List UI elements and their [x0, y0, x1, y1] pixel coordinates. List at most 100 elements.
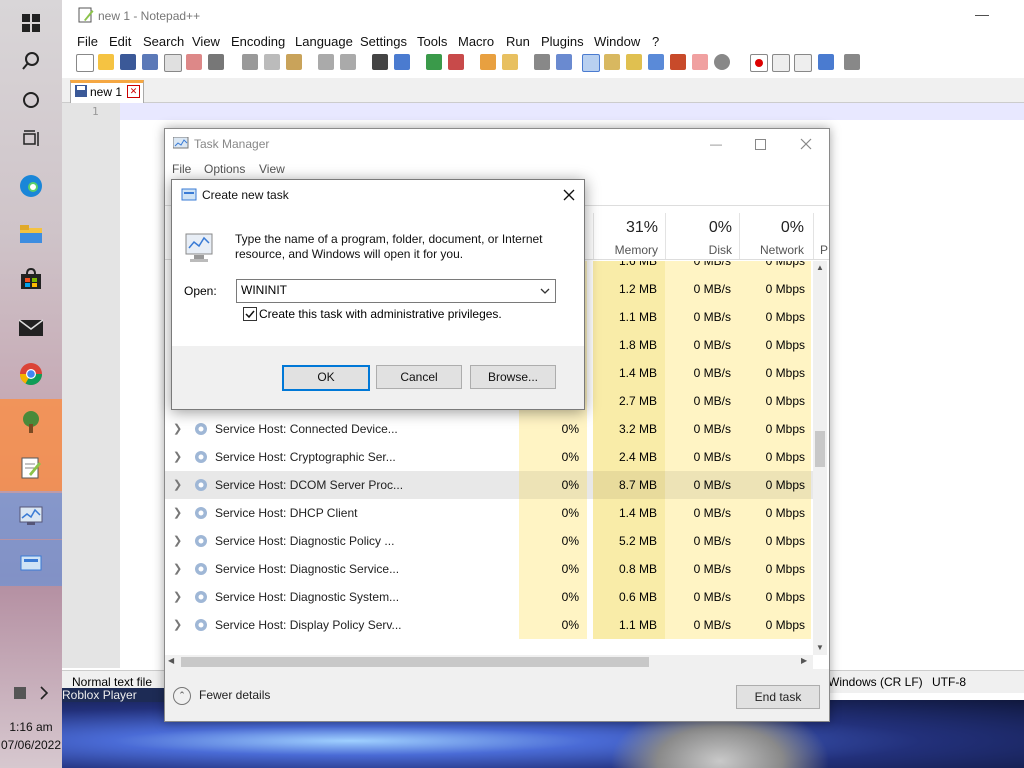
- close-button[interactable]: [783, 129, 829, 159]
- menu-edit[interactable]: Edit: [109, 34, 131, 49]
- zoom-in-icon[interactable]: [426, 54, 442, 70]
- admin-privileges-label[interactable]: Create this task with administrative pri…: [259, 307, 502, 321]
- redo-icon[interactable]: [340, 54, 356, 70]
- file-explorer-icon[interactable]: [0, 211, 62, 257]
- header-network[interactable]: 0% Network: [739, 213, 812, 259]
- expand-chevron-icon[interactable]: ❯: [173, 583, 182, 611]
- indent-guide-icon[interactable]: [582, 54, 600, 72]
- find-icon[interactable]: [372, 54, 388, 70]
- task-manager-titlebar[interactable]: Task Manager —: [165, 129, 829, 159]
- tm-menu-view[interactable]: View: [259, 162, 285, 176]
- minimize-button[interactable]: —: [967, 6, 997, 26]
- save-icon[interactable]: [120, 54, 136, 70]
- notepadpp-titlebar[interactable]: new 1 - Notepad++ —: [62, 0, 1024, 32]
- run-macro-multiple-icon[interactable]: [818, 54, 834, 70]
- table-row[interactable]: ❯ Service Host: Diagnostic Service... 0% 0.…: [165, 555, 815, 583]
- tm-menu-options[interactable]: Options: [204, 162, 245, 176]
- tray-clock[interactable]: 1:16 am 07/06/2022: [0, 718, 62, 754]
- menu-file[interactable]: File: [77, 34, 98, 49]
- scroll-left-arrow-icon[interactable]: ◀: [168, 656, 174, 665]
- menu-search[interactable]: Search: [143, 34, 184, 49]
- play-macro-icon[interactable]: [794, 54, 812, 72]
- header-disk[interactable]: 0% Disk: [665, 213, 740, 259]
- open-combobox[interactable]: [236, 279, 556, 303]
- folder-workspace-icon[interactable]: [692, 54, 708, 70]
- stop-macro-icon[interactable]: [772, 54, 790, 72]
- scroll-right-arrow-icon[interactable]: ▶: [801, 656, 807, 665]
- header-power-stub[interactable]: P: [813, 213, 830, 259]
- expand-tray-chevron-icon[interactable]: [26, 670, 62, 716]
- sync-vertical-icon[interactable]: [480, 54, 496, 70]
- menu-plugins[interactable]: Plugins: [541, 34, 584, 49]
- tm-menu-file[interactable]: File: [172, 162, 191, 176]
- notepadpp-icon[interactable]: [0, 445, 62, 491]
- menu-run[interactable]: Run: [506, 34, 530, 49]
- task-manager-icon[interactable]: [0, 493, 62, 539]
- sync-horizontal-icon[interactable]: [502, 54, 518, 70]
- expand-chevron-icon[interactable]: ❯: [173, 443, 182, 471]
- menu-window[interactable]: Window: [594, 34, 640, 49]
- vertical-scroll-thumb[interactable]: [815, 431, 825, 467]
- expand-chevron-icon[interactable]: ❯: [173, 555, 182, 583]
- expand-chevron-icon[interactable]: ❯: [173, 415, 182, 443]
- paste-icon[interactable]: [286, 54, 302, 70]
- store-icon[interactable]: [0, 256, 62, 302]
- tab-close-icon[interactable]: ✕: [127, 85, 140, 98]
- open-file-icon[interactable]: [98, 54, 114, 70]
- save-macro-icon[interactable]: [844, 54, 860, 70]
- expand-chevron-icon[interactable]: ❯: [173, 611, 182, 639]
- tree-app-icon[interactable]: [0, 399, 62, 445]
- menu-encoding[interactable]: Encoding: [231, 34, 285, 49]
- run-dialog-icon[interactable]: [0, 540, 62, 586]
- table-row[interactable]: ❯ Service Host: Diagnostic Policy ... 0% 5.…: [165, 527, 815, 555]
- word-wrap-icon[interactable]: [534, 54, 550, 70]
- show-all-chars-icon[interactable]: [556, 54, 572, 70]
- close-all-icon[interactable]: [186, 54, 202, 70]
- editor-current-line[interactable]: [120, 103, 1024, 120]
- table-row[interactable]: ❯ Service Host: DHCP Client 0% 1.4 MB 0 MB/s…: [165, 499, 815, 527]
- table-row[interactable]: ❯ Service Host: Connected Device... 0% 3.2 …: [165, 415, 815, 443]
- scroll-up-arrow-icon[interactable]: ▲: [816, 263, 824, 272]
- menu-view[interactable]: View: [192, 34, 220, 49]
- horizontal-scrollbar[interactable]: ◀ ▶: [165, 655, 813, 669]
- scroll-down-arrow-icon[interactable]: ▼: [816, 643, 824, 652]
- copy-icon[interactable]: [264, 54, 280, 70]
- close-file-icon[interactable]: [164, 54, 182, 72]
- fewer-details-button[interactable]: ⌃ Fewer details: [173, 687, 270, 705]
- cut-icon[interactable]: [242, 54, 258, 70]
- replace-icon[interactable]: [394, 54, 410, 70]
- edge-icon[interactable]: [0, 163, 62, 209]
- table-row[interactable]: ❯ Service Host: Diagnostic System... 0% 0.6…: [165, 583, 815, 611]
- new-file-icon[interactable]: [76, 54, 94, 72]
- expand-chevron-icon[interactable]: ❯: [173, 499, 182, 527]
- mail-icon[interactable]: [0, 304, 62, 350]
- maximize-button[interactable]: [737, 129, 783, 159]
- header-memory[interactable]: 31% Memory: [593, 213, 666, 259]
- menu-tools[interactable]: Tools: [417, 34, 447, 49]
- menu-settings[interactable]: Settings: [360, 34, 407, 49]
- menu-language[interactable]: Language: [295, 34, 353, 49]
- open-input[interactable]: [241, 282, 521, 298]
- browse-button[interactable]: Browse...: [470, 365, 556, 389]
- table-row[interactable]: ❯ Service Host: DCOM Server Proc... 0% 8.7 …: [165, 471, 815, 499]
- menu-macro[interactable]: Macro: [458, 34, 494, 49]
- undo-icon[interactable]: [318, 54, 334, 70]
- dialog-close-button[interactable]: [554, 180, 584, 210]
- expand-chevron-icon[interactable]: ❯: [173, 527, 182, 555]
- table-row[interactable]: ❯ Service Host: Display Policy Serv... 0% 1…: [165, 611, 815, 639]
- udl-icon[interactable]: [604, 54, 620, 70]
- ok-button[interactable]: OK: [282, 365, 370, 391]
- horizontal-scroll-thumb[interactable]: [181, 657, 649, 667]
- save-all-icon[interactable]: [142, 54, 158, 70]
- doc-list-icon[interactable]: [648, 54, 664, 70]
- minimize-button[interactable]: —: [693, 129, 739, 159]
- end-task-button[interactable]: End task: [736, 685, 820, 709]
- function-list-icon[interactable]: [670, 54, 686, 70]
- record-macro-icon[interactable]: [750, 54, 768, 72]
- vertical-scrollbar[interactable]: ▲ ▼: [813, 261, 827, 655]
- chrome-icon[interactable]: [0, 351, 62, 397]
- chevron-down-icon[interactable]: [535, 280, 555, 302]
- table-row[interactable]: ❯ Service Host: Cryptographic Ser... 0% 2.4…: [165, 443, 815, 471]
- roblox-player-label[interactable]: Roblox Player: [62, 688, 172, 702]
- tab-new-1[interactable]: new 1 ✕: [70, 80, 144, 104]
